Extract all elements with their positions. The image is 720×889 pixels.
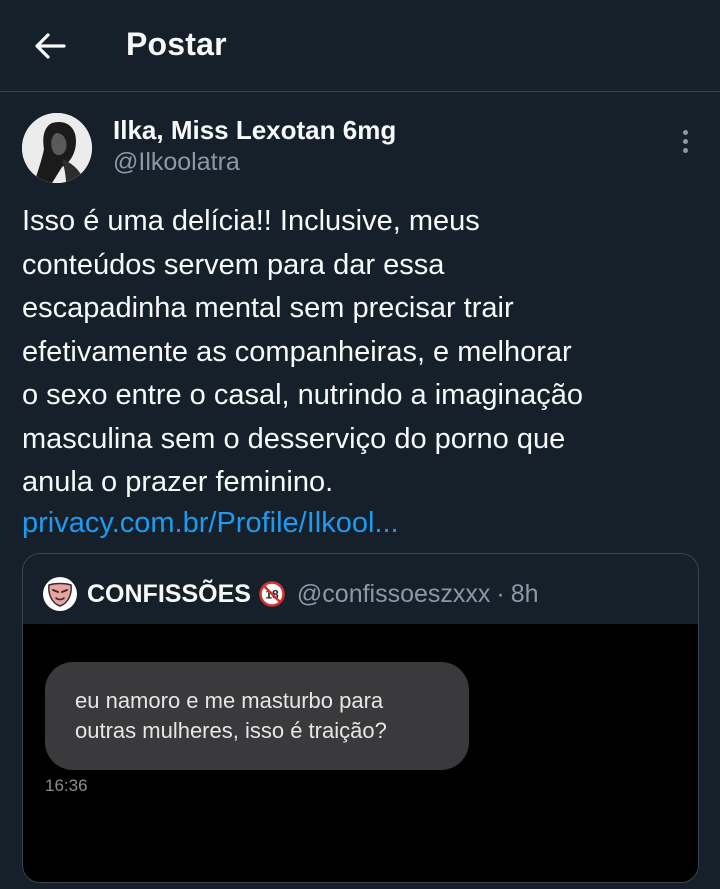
quoted-tweet[interactable]: CONFISSÕES 18 @confissoeszxxx · 8h eu na… bbox=[22, 553, 699, 883]
message-line: eu namoro e me masturbo para bbox=[75, 688, 384, 713]
no-under-18-icon: 18 bbox=[259, 581, 285, 607]
author-handle[interactable]: @Ilkoolatra bbox=[113, 148, 240, 177]
more-dot bbox=[682, 138, 688, 144]
more-options-button[interactable] bbox=[670, 124, 700, 158]
message-bubble: eu namoro e me masturbo para outras mulh… bbox=[45, 662, 469, 770]
tweet-line: conteúdos servem para dar essa bbox=[22, 248, 445, 281]
quote-header: CONFISSÕES 18 @confissoeszxxx · 8h bbox=[43, 576, 539, 612]
page-title: Postar bbox=[126, 26, 227, 62]
message-time: 16:36 bbox=[45, 776, 88, 795]
message-line: outras mulheres, isso é traição? bbox=[75, 718, 387, 743]
back-button[interactable] bbox=[26, 22, 74, 70]
tweet-line: efetivamente as companheiras, e melhorar bbox=[22, 335, 572, 368]
tweet-line: o sexo entre o casal, nutrindo a imagina… bbox=[22, 379, 584, 411]
quote-timestamp: 8h bbox=[510, 579, 539, 608]
quote-media-image[interactable]: eu namoro e me masturbo para outras mulh… bbox=[23, 624, 698, 882]
tweet-link[interactable]: privacy.com.br/Profile/Ilkool... bbox=[22, 502, 399, 546]
tweet-line: anula o prazer feminino. bbox=[22, 466, 334, 498]
more-dot bbox=[682, 147, 688, 153]
arrow-left-icon bbox=[35, 33, 66, 59]
tweet-line: masculina sem o desserviço do porno que bbox=[22, 422, 566, 455]
more-dots-icon bbox=[682, 129, 688, 135]
author-avatar[interactable] bbox=[22, 113, 92, 183]
tweet-line: Isso é uma delícia!! Inclusive, meus bbox=[22, 205, 480, 237]
profile-photo-avatar bbox=[22, 113, 92, 183]
quote-author-name: CONFISSÕES bbox=[87, 579, 251, 608]
tweet-text: Isso é uma delícia!! Inclusive, meus con… bbox=[22, 200, 702, 505]
tweet-line: escapadinha mental sem precisar trair bbox=[22, 292, 514, 324]
quote-avatar[interactable] bbox=[43, 577, 77, 611]
quote-separator: · bbox=[496, 579, 505, 608]
author-name[interactable]: Ilka, Miss Lexotan 6mg bbox=[113, 115, 396, 146]
quote-author-handle: @confissoeszxxx bbox=[296, 579, 491, 608]
mask-avatar-icon bbox=[48, 582, 72, 607]
top-bar: Postar bbox=[0, 0, 720, 92]
